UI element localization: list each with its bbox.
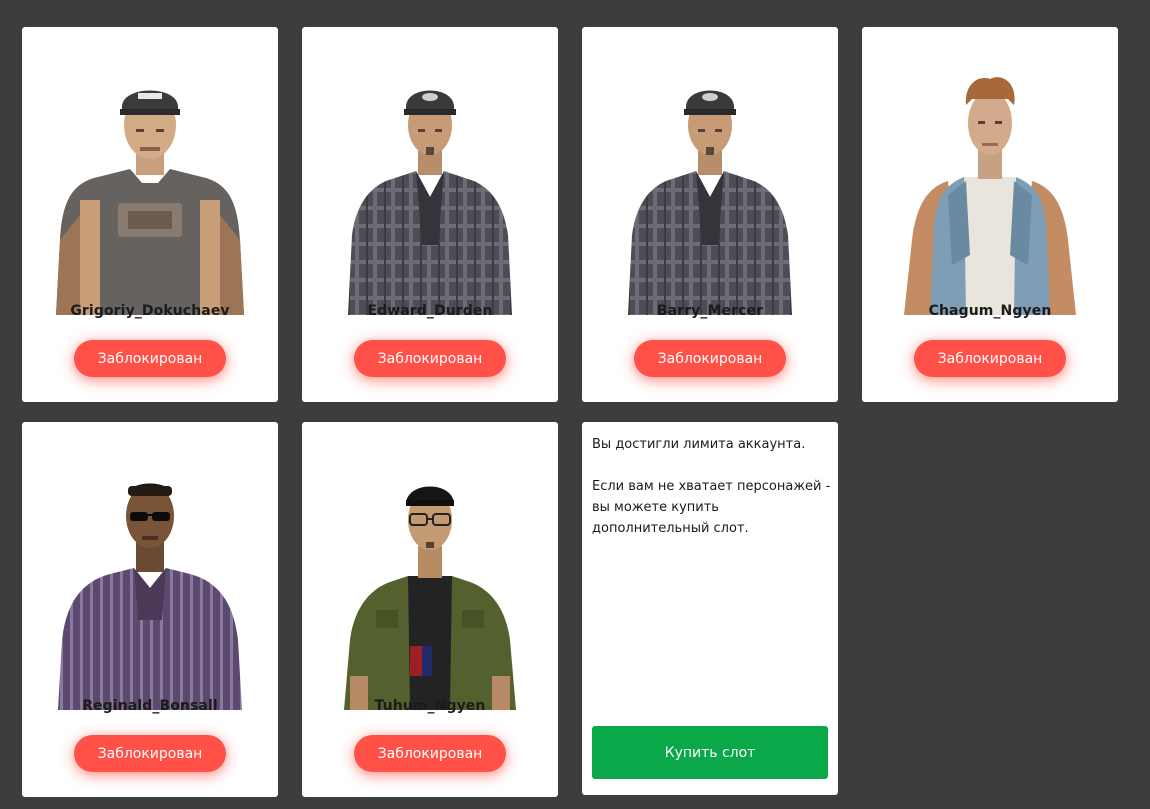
character-card[interactable]: Tuhum_Ngyen Заблокирован [302,422,558,797]
blocked-button[interactable]: Заблокирован [74,340,226,377]
character-name: Grigoriy_Dokuchaev [70,303,230,319]
character-portrait [890,55,1090,315]
character-card[interactable]: Barry_Mercer Заблокирован [582,27,838,402]
character-card[interactable]: Chagum_Ngyen Заблокирован [862,27,1118,402]
character-portrait [330,450,530,710]
character-portrait [610,55,810,315]
buy-slot-hint-text: Если вам не хватает персонажей - вы може… [592,479,831,536]
character-name: Chagum_Ngyen [928,303,1052,319]
character-portrait [50,55,250,315]
character-portrait [50,450,250,710]
buy-slot-button[interactable]: Купить слот [592,726,828,779]
blocked-button[interactable]: Заблокирован [354,340,506,377]
blocked-button[interactable]: Заблокирован [74,735,226,772]
character-name: Reginald_Bonsall [82,698,218,714]
blocked-button[interactable]: Заблокирован [634,340,786,377]
blocked-button[interactable]: Заблокирован [914,340,1066,377]
character-name: Barry_Mercer [656,303,764,319]
account-limit-message: Вы достигли лимита аккаунта. Если вам не… [592,434,832,539]
blocked-button[interactable]: Заблокирован [354,735,506,772]
character-name: Edward_Durden [367,303,493,319]
character-card[interactable]: Edward_Durden Заблокирован [302,27,558,402]
limit-reached-text: Вы достигли лимита аккаунта. [592,437,806,452]
character-name: Tuhum_Ngyen [374,698,486,714]
account-limit-card: Вы достигли лимита аккаунта. Если вам не… [582,422,838,795]
character-card[interactable]: Reginald_Bonsall Заблокирован [22,422,278,797]
character-card[interactable]: Grigoriy_Dokuchaev Заблокирован [22,27,278,402]
character-portrait [330,55,530,315]
